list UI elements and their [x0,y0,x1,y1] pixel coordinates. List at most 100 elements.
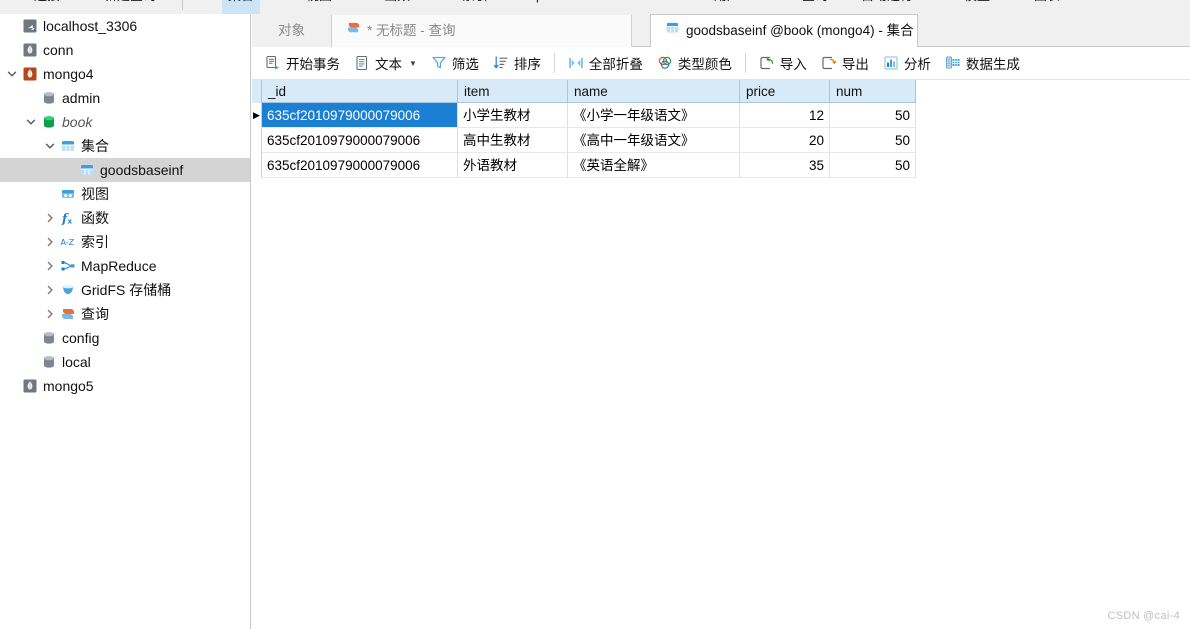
tree-item-conn[interactable]: conn [0,38,250,62]
row-gutter[interactable] [252,128,262,153]
chevron-down-icon[interactable]: ▼ [409,59,417,68]
query-icon [346,15,361,47]
tab-untitled-query[interactable]: * 无标题 - 查询 [332,15,632,47]
tree-item-label: admin [62,90,101,106]
ribbon-item-3[interactable]: 视图 [300,0,338,14]
column-header-price[interactable]: price [740,80,830,103]
chevron-right-icon[interactable] [42,230,58,254]
tree-item-local[interactable]: local [0,350,250,374]
cell-name[interactable]: 《高中一年级语文》 [568,128,740,153]
tree-item-label: 集合 [81,138,109,154]
tree-item-label: 查询 [81,306,109,322]
chevron-right-icon[interactable] [42,278,58,302]
cell-price[interactable]: 20 [740,128,830,153]
tree-item-admin[interactable]: admin [0,86,250,110]
ribbon-item-label: 函数 [384,0,410,3]
ribbon-item-7[interactable]: GridFS [622,0,675,14]
data-generate-icon [945,55,961,71]
table-row[interactable]: 635cf2010979000079006 高中生教材 《高中一年级语文》 20 50 [252,128,1190,153]
row-gutter[interactable] [252,153,262,178]
tree-item-MapReduce[interactable]: MapReduce [0,254,250,278]
cell-item[interactable]: 小学生教材 [458,103,568,128]
transaction-icon [265,55,281,71]
cell-_id[interactable]: 635cf2010979000079006 [262,128,458,153]
connection-tree-sidebar[interactable]: localhost_3306 conn mongo4 admin book 集合… [0,14,251,629]
toolbar-button-label: 开始事务 [286,57,340,72]
cell-num[interactable]: 50 [830,153,916,178]
ribbon-item-label: 自动运行 [861,0,913,3]
toolbar-button-全部折叠[interactable]: 全部折叠 [561,50,650,76]
tree-item-查询[interactable]: 查询 [0,302,250,326]
table-row[interactable]: 635cf2010979000079006 外语教材 《英语全解》 35 50 [252,153,1190,178]
grid-header-row: _id item name price num [252,80,1190,103]
ribbon-item-5[interactable]: 索引 [456,0,494,14]
toolbar-button-导出[interactable]: 导出 [814,50,876,76]
ribbon-item-6[interactable]: MapReduce [512,0,594,14]
toolbar-button-开始事务[interactable]: 开始事务 [258,50,347,76]
toolbar-button-导入[interactable]: 导入 [752,50,814,76]
tree-item-mongo4[interactable]: mongo4 [0,62,250,86]
column-header-name[interactable]: name [568,80,740,103]
cell-name[interactable]: 《小学一年级语文》 [568,103,740,128]
data-grid[interactable]: _id item name price num ▶ 635cf20109790000790… [252,80,1190,629]
row-gutter[interactable]: ▶ [252,103,262,128]
toolbar-button-文本[interactable]: 文本 ▼ [347,50,424,76]
chevron-right-icon[interactable] [42,302,58,326]
tree-item-goodsbaseinf[interactable]: goodsbaseinf [0,158,250,182]
tree-item-索引[interactable]: A-Z 索引 [0,230,250,254]
tree-item-GridFS-存储桶[interactable]: GridFS 存储桶 [0,278,250,302]
column-header-num[interactable]: num [830,80,916,103]
table-row[interactable]: ▶ 635cf2010979000079006 小学生教材 《小学一年级语文》 12 50 [252,103,1190,128]
cell-num[interactable]: 50 [830,103,916,128]
cell-_id[interactable]: 635cf2010979000079006 [262,103,458,128]
grid-body[interactable]: ▶ 635cf2010979000079006 小学生教材 《小学一年级语文》 12 50… [252,103,1190,178]
ribbon-item-4[interactable]: 函数 [378,0,416,14]
tree-item-mongo5[interactable]: mongo5 [0,374,250,398]
toolbar-button-数据生成[interactable]: 数据生成 [938,50,1027,76]
ribbon-item-12[interactable]: 图表 [1028,0,1066,14]
column-header-item[interactable]: item [458,80,568,103]
tree-item-config[interactable]: config [0,326,250,350]
cell-num[interactable]: 50 [830,128,916,153]
chevron-down-icon[interactable] [4,62,20,86]
toolbar-button-类型颜色[interactable]: 类型颜色 [650,50,739,76]
grid-gutter-header [252,80,262,103]
cell-price[interactable]: 12 [740,103,830,128]
tree-item-book[interactable]: book [0,110,250,134]
mongo-leaf-orange-icon [20,66,40,82]
column-header-_id[interactable]: _id [262,80,458,103]
tree-item-label: 视图 [81,186,109,202]
toolbar-button-分析[interactable]: 分析 [876,50,938,76]
toolbar-button-排序[interactable]: 排序 [486,50,548,76]
cell-item[interactable]: 高中生教材 [458,128,568,153]
chevron-down-icon[interactable] [23,110,39,134]
chevron-right-icon[interactable] [42,206,58,230]
analyze-chart-icon [883,55,899,71]
view-icon [58,186,78,202]
cell-_id[interactable]: 635cf2010979000079006 [262,153,458,178]
ribbon-item-label: 索引 [462,0,488,3]
svg-text:A-Z: A-Z [61,238,75,247]
ribbon-item-8[interactable]: 用户 [708,0,746,14]
object-tab[interactable]: 对象 [252,15,332,47]
ribbon-item-1[interactable]: 新建查询 [98,0,162,14]
chevron-right-icon[interactable] [42,254,58,278]
cell-item[interactable]: 外语教材 [458,153,568,178]
tab-goodsbaseinf-collection[interactable]: goodsbaseinf @book (mongo4) - 集合 [650,14,918,47]
toolbar-button-筛选[interactable]: 筛选 [424,50,486,76]
tree-item-localhost_3306[interactable]: localhost_3306 [0,14,250,38]
ribbon-item-2[interactable]: 集合 [222,0,261,14]
tree-item-label: mongo5 [43,378,94,394]
cell-price[interactable]: 35 [740,153,830,178]
chevron-down-icon[interactable] [42,134,58,158]
ribbon-item-9[interactable]: 查询 [796,0,834,14]
ribbon-item-11[interactable]: 模型 [958,0,996,14]
tree-item-函数[interactable]: f x 函数 [0,206,250,230]
cell-name[interactable]: 《英语全解》 [568,153,740,178]
sort-icon [493,55,509,71]
tree-item-集合[interactable]: 集合 [0,134,250,158]
collection-icon [665,15,680,47]
tree-item-视图[interactable]: 视图 [0,182,250,206]
ribbon-item-10[interactable]: 自动运行 [855,0,919,14]
ribbon-item-0[interactable]: 连接 [28,0,66,14]
